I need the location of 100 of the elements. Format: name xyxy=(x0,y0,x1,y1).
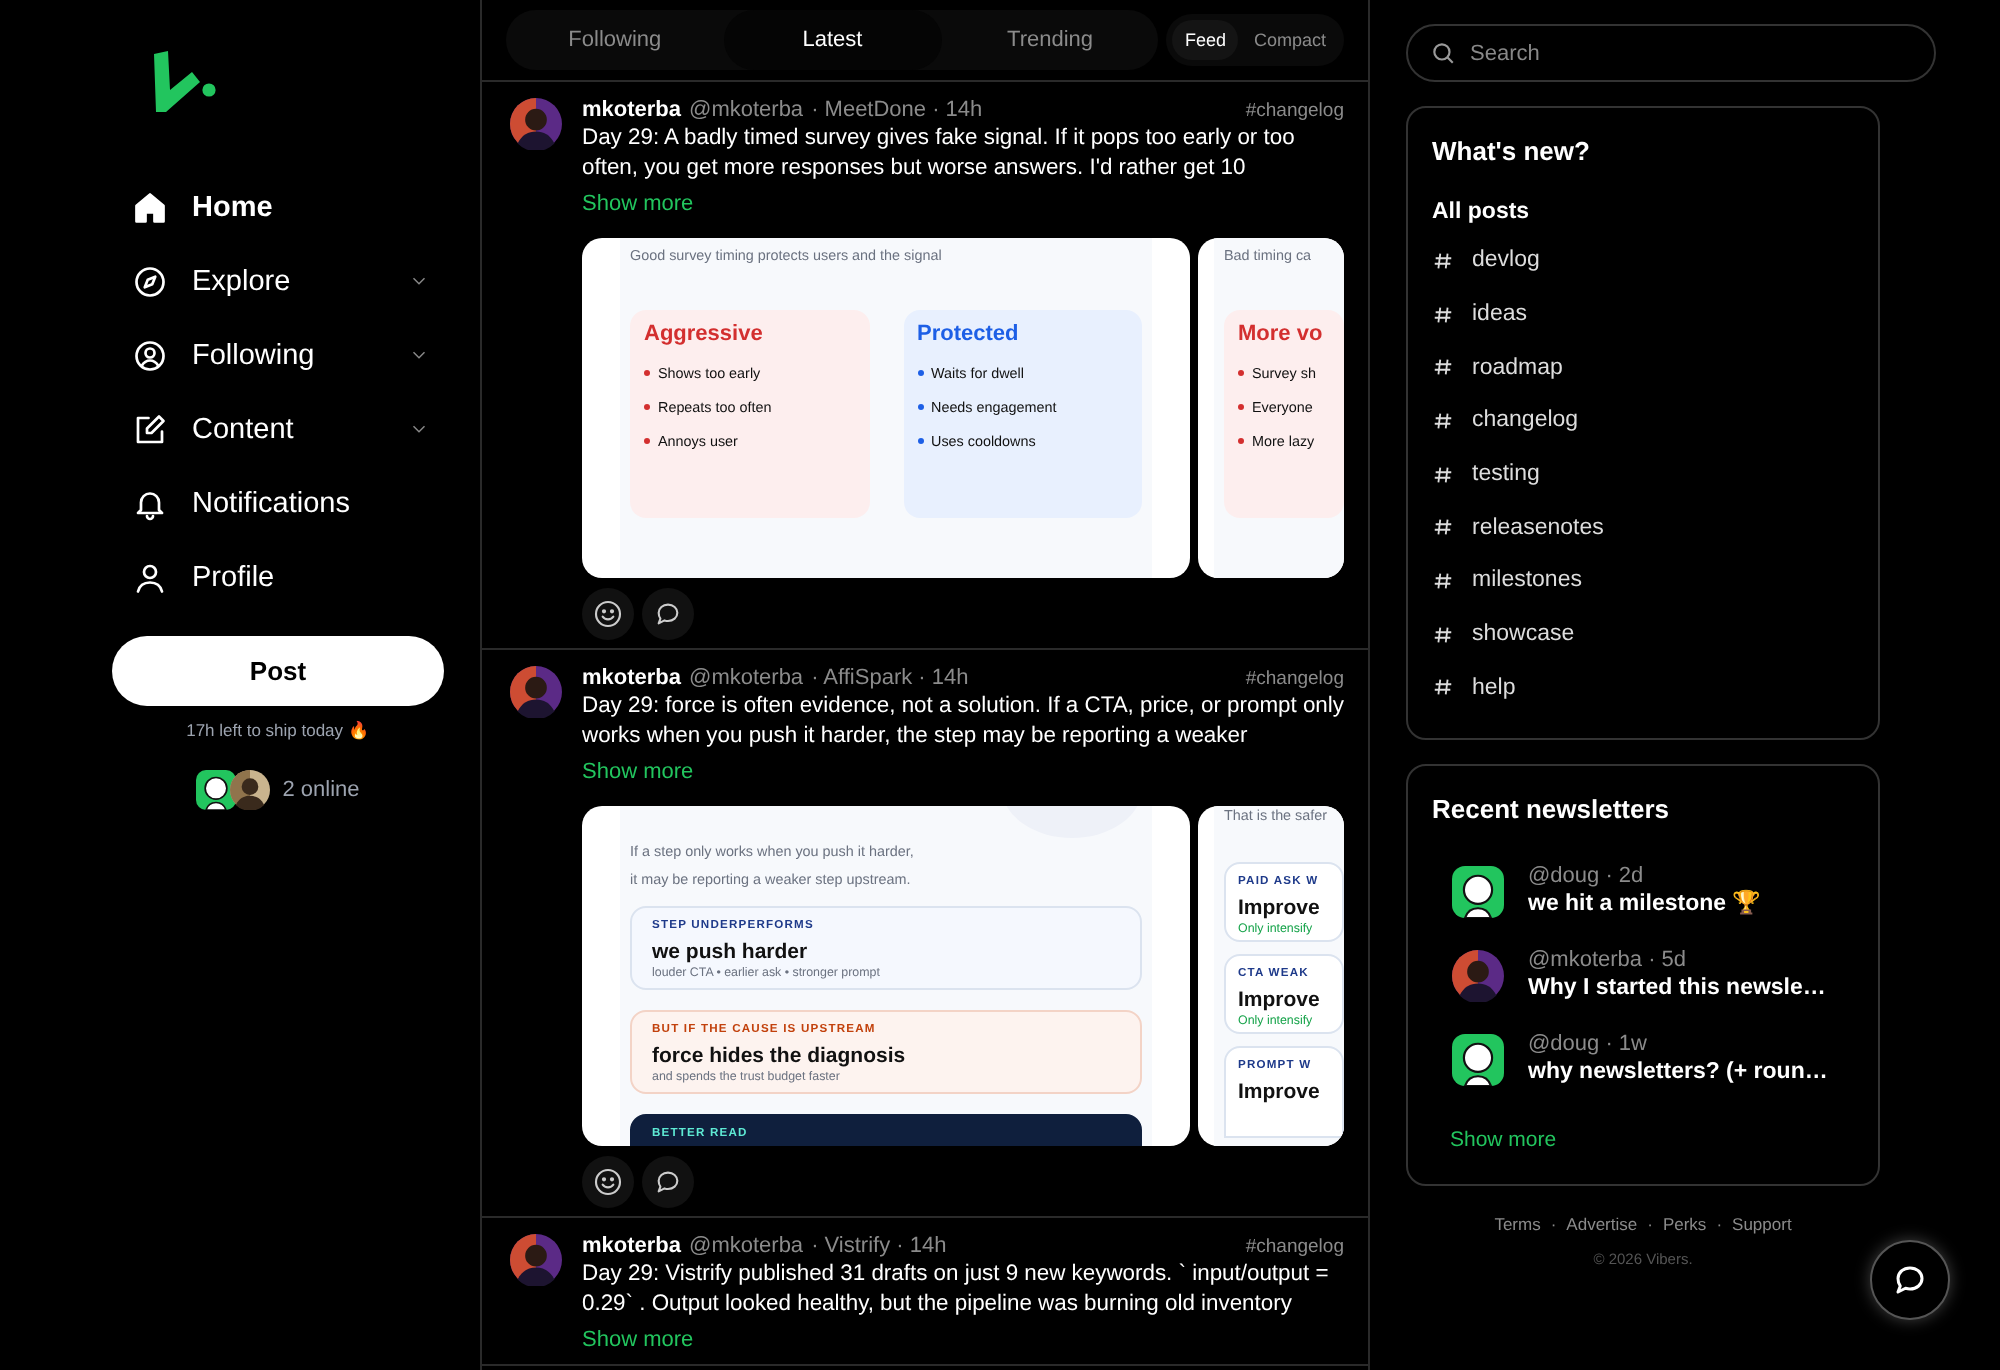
chat-button[interactable] xyxy=(1870,1240,1950,1320)
hash-icon xyxy=(1432,409,1454,432)
card-title: we push harder xyxy=(652,940,810,966)
nav-item[interactable]: Home xyxy=(0,170,430,244)
bullet-dot xyxy=(1238,370,1244,376)
topic-item[interactable]: changelog xyxy=(1432,394,1854,448)
show-more-link[interactable]: Show more xyxy=(582,758,694,786)
post-meta: · Vistrify · 14h xyxy=(811,1234,947,1260)
bullet-dot xyxy=(1238,404,1244,410)
author-name: mkoterba xyxy=(582,98,682,124)
topic-item[interactable]: showcase xyxy=(1432,607,1854,661)
topic-item[interactable]: milestones xyxy=(1432,554,1854,608)
post-handle: @mkoterba xyxy=(689,1234,804,1260)
card-title: force hides the diagnosis xyxy=(652,1044,908,1070)
hash-icon xyxy=(1432,676,1454,699)
smile-icon xyxy=(592,1166,624,1198)
bullet-dot xyxy=(917,438,923,444)
topic-item[interactable]: help xyxy=(1432,661,1854,715)
show-more-link[interactable]: Show more xyxy=(1450,1128,1557,1153)
bullet-dot xyxy=(917,370,923,376)
footer-link[interactable]: Perks xyxy=(1662,1214,1707,1235)
comment-button[interactable] xyxy=(642,588,694,640)
footer-link[interactable]: Terms xyxy=(1494,1214,1541,1235)
topic-item[interactable]: All posts xyxy=(1432,190,1854,234)
newsletter-byline: @doug · 1w xyxy=(1528,1030,1649,1059)
bullet-dot xyxy=(1238,438,1244,444)
newsletter-item[interactable]: @mkoterba · 5d Why I started this newsle… xyxy=(1432,932,1854,1017)
newsletter-byline: @mkoterba · 5d xyxy=(1528,946,1689,975)
newsletter-byline: @doug · 2d xyxy=(1528,862,1646,891)
post-text: Day 29: Vistrify published 31 drafts on just 9 new keywords. ` input/output = 0.29` . Output looked healthy, but the pipeline was burning old inventory xyxy=(582,1260,1331,1320)
hash-icon xyxy=(1432,249,1454,272)
view-toggle[interactable]: Feed xyxy=(1172,20,1238,60)
card-title: Improve xyxy=(1238,896,1322,922)
bullet-dot xyxy=(644,370,650,376)
post-handle: @mkoterba xyxy=(689,666,804,692)
react-button[interactable] xyxy=(582,588,634,640)
logo-icon xyxy=(148,50,216,118)
avatar xyxy=(510,98,562,150)
nav-item[interactable]: Profile xyxy=(0,540,430,614)
topic-item[interactable]: devlog xyxy=(1432,234,1854,288)
author-name: mkoterba xyxy=(582,1234,682,1260)
nav-item[interactable]: Explore xyxy=(0,244,430,318)
panel-title: Protected xyxy=(917,322,1021,346)
post-tag[interactable]: #changelog xyxy=(1245,98,1344,124)
avatar xyxy=(1452,1033,1504,1086)
post-meta: · AffiSpark · 14h xyxy=(811,666,969,692)
comment-icon xyxy=(654,1168,682,1196)
hash-icon xyxy=(1432,356,1454,379)
card-title: Improve xyxy=(1238,1080,1322,1106)
footer-link[interactable]: Advertise xyxy=(1566,1214,1638,1235)
author-name: mkoterba xyxy=(582,666,682,692)
bullet-dot xyxy=(644,404,650,410)
nav-item[interactable]: Content xyxy=(0,392,430,466)
search-field[interactable]: Search xyxy=(1406,24,1936,82)
separator-dot: · xyxy=(1716,1214,1723,1235)
post-tag[interactable]: #changelog xyxy=(1245,1234,1344,1260)
hash-icon xyxy=(1432,516,1454,539)
post-text: Day 29: A badly timed survey gives fake signal. If it pops too early or too often, you get more responses but worse answers. I'd rather get 10 xyxy=(582,124,1297,184)
comment-icon xyxy=(654,600,682,628)
newsletter-item[interactable]: @doug · 2d we hit a milestone 🏆 xyxy=(1432,848,1854,933)
feed-tab[interactable]: Trending xyxy=(941,10,1159,70)
post-tag[interactable]: #changelog xyxy=(1245,666,1344,692)
nav-item[interactable]: Notifications xyxy=(0,466,430,540)
nav-item[interactable]: Following xyxy=(0,318,430,392)
topic-item[interactable]: testing xyxy=(1432,447,1854,501)
comment-button[interactable] xyxy=(642,1156,694,1208)
post-meta: · MeetDone · 14h xyxy=(811,98,983,124)
user-circle-icon xyxy=(132,337,168,373)
newsletter-item[interactable]: @doug · 1w why newsletters? (+ roun… xyxy=(1432,1016,1854,1101)
hash-icon xyxy=(1432,623,1454,646)
separator-dot: · xyxy=(1647,1214,1653,1235)
topic-item[interactable]: releasenotes xyxy=(1432,500,1854,555)
view-toggle[interactable]: Compact xyxy=(1241,20,1338,60)
panel-title: Aggressive xyxy=(644,322,765,346)
footer-link[interactable]: Support xyxy=(1732,1214,1792,1235)
card-title: Improve xyxy=(1238,988,1322,1014)
chat-icon xyxy=(1892,1262,1928,1298)
hash-icon xyxy=(1432,303,1454,326)
post-handle: @mkoterba xyxy=(689,98,804,124)
avatar xyxy=(230,770,271,810)
profile-icon xyxy=(132,559,168,595)
avatar xyxy=(510,1234,562,1286)
topic-item[interactable]: ideas xyxy=(1432,287,1854,341)
card-title: What's new? xyxy=(1432,136,1592,168)
panel-title: More vo xyxy=(1238,322,1325,346)
feed-tab[interactable]: Latest xyxy=(723,10,942,70)
post-image[interactable] xyxy=(582,806,1190,1146)
newsletter-title: why newsletters? (+ roun… xyxy=(1528,1058,1828,1089)
feed-tab[interactable]: Following xyxy=(506,10,724,70)
post-button[interactable]: Post xyxy=(112,636,444,706)
topic-item[interactable]: roadmap xyxy=(1432,340,1854,395)
home-icon xyxy=(132,189,168,225)
hash-icon xyxy=(1432,463,1454,486)
react-button[interactable] xyxy=(582,1156,634,1208)
ship-note: 17h left to ship today 🔥 xyxy=(184,718,372,742)
avatar xyxy=(1452,865,1504,918)
post-text: Day 29: force is often evidence, not a solution. If a CTA, price, or prompt only works when you push it harder, the step may be reporting a weaker xyxy=(582,692,1344,752)
show-more-link[interactable]: Show more xyxy=(582,1326,694,1354)
search-icon xyxy=(1430,40,1456,66)
show-more-link[interactable]: Show more xyxy=(582,190,694,218)
